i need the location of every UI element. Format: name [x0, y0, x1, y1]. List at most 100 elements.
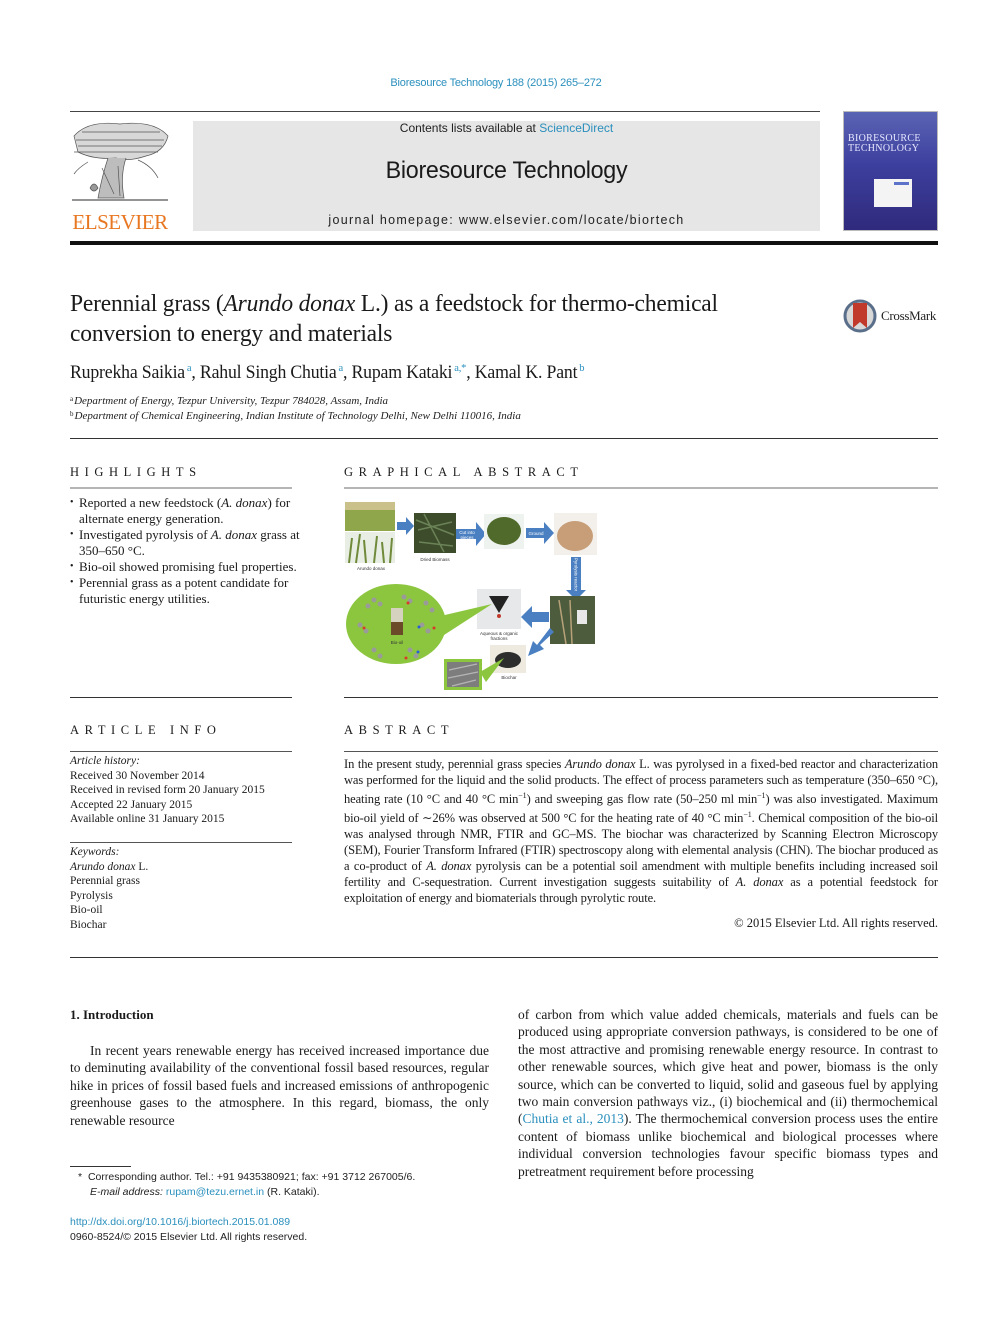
plant-photo-2: [345, 532, 395, 563]
highlight-item: Bio-oil showed promising fuel properties…: [70, 559, 300, 575]
footnote-rule: [70, 1166, 131, 1167]
keyword: Bio-oil: [70, 904, 103, 916]
author-affiliation-marker[interactable]: a: [339, 362, 344, 374]
homepage-prefix: journal homepage:: [328, 213, 459, 227]
crossmark-icon: [843, 299, 877, 333]
crossmark-badge[interactable]: CrossMark: [843, 298, 943, 334]
highlights-list: Reported a new feedstock (A. donax) for …: [70, 495, 300, 607]
article-info-heading: ARTICLE INFO: [70, 723, 222, 737]
label-cut-into-pieces: Cut into pieces: [459, 530, 475, 540]
keyword: Perennial grass: [70, 875, 140, 887]
section-divider: [70, 697, 292, 698]
section-divider: [344, 697, 938, 698]
highlight-text: Perennial grass as a potent candidate fo…: [79, 575, 289, 606]
affiliation-marker: a: [70, 395, 74, 403]
abstract-text: In the present study, perennial grass sp…: [344, 757, 938, 906]
journal-name: Bioresource Technology: [385, 157, 628, 184]
highlight-text: Bio-oil showed promising fuel properties…: [79, 559, 297, 574]
doi-link[interactable]: http://dx.doi.org/10.1016/j.biortech.201…: [70, 1216, 290, 1228]
email-link[interactable]: rupam@tezu.ernet.in: [166, 1186, 264, 1198]
label-ground: Ground: [528, 531, 544, 536]
affiliation-text: Department of Chemical Engineering, Indi…: [74, 410, 521, 422]
keyword: Pyrolysis: [70, 889, 113, 902]
keywords-rule: [70, 842, 292, 843]
masthead-top-rule: [70, 111, 820, 112]
author-affiliation-marker[interactable]: a,*: [454, 362, 466, 374]
abstract-copyright: © 2015 Elsevier Ltd. All rights reserved…: [734, 916, 938, 930]
keyword-italic: Arundo donax: [70, 860, 136, 873]
graphical-abstract-figure[interactable]: Arundo donax Dried Biomass Cut into piec…: [344, 500, 609, 692]
journal-citation-link[interactable]: Bioresource Technology 188 (2015) 265–27…: [0, 77, 992, 89]
introduction-paragraph-continued: of carbon from which value added chemica…: [518, 1006, 938, 1180]
author-affiliation-marker[interactable]: a: [187, 362, 192, 374]
pyrolysis-reactor-photo: [550, 596, 595, 644]
highlight-text: Investigated pyrolysis of: [79, 527, 211, 542]
author-affiliation-marker[interactable]: b: [579, 362, 584, 374]
highlight-italic: A. donax: [221, 495, 268, 510]
graphical-abstract-heading: GRAPHICAL ABSTRACT: [344, 465, 584, 479]
issn-copyright: 0960-8524/© 2015 Elsevier Ltd. All right…: [70, 1231, 308, 1243]
footnote-contact: Corresponding author. Tel.: +91 94353809…: [87, 1171, 416, 1183]
sciencedirect-link[interactable]: ScienceDirect: [539, 121, 613, 135]
keyword-text: L.: [135, 860, 149, 873]
masthead-bottom-rule: [70, 241, 938, 245]
author[interactable]: Ruprekha Saikia: [70, 363, 185, 383]
footnote-star: *: [78, 1171, 83, 1183]
history-entry: Received 30 November 2014: [70, 769, 205, 782]
footnote-line: * Corresponding author. Tel.: +91 943538…: [78, 1170, 498, 1185]
graphical-abstract-drawing: [345, 502, 597, 690]
section-divider: [70, 957, 938, 958]
highlight-text: Reported a new feedstock (: [79, 495, 222, 510]
elsevier-logo[interactable]: ELSEVIER: [68, 118, 172, 234]
journal-cover-thumbnail[interactable]: BIORESOURCE TECHNOLOGY: [843, 111, 938, 231]
citation-link[interactable]: Chutia et al., 2013: [523, 1111, 624, 1126]
affiliation-marker: b: [70, 410, 74, 418]
introduction-paragraph: In recent years renewable energy has rec…: [70, 1043, 489, 1128]
contents-line: Contents lists available at ScienceDirec…: [193, 121, 820, 135]
abstract-heading: ABSTRACT: [344, 723, 455, 737]
cover-figure: [874, 179, 912, 207]
author[interactable]: Kamal K. Pant: [475, 363, 578, 383]
history-entry: Accepted 22 January 2015: [70, 798, 193, 811]
label-dried-biomass: Dried Biomass: [420, 557, 450, 562]
highlight-item: Investigated pyrolysis of A. donax grass…: [70, 527, 300, 559]
title-text: Perennial grass (: [70, 290, 224, 317]
title-species: Arundo donax: [223, 290, 356, 317]
highlights-heading: HIGHLIGHTS: [70, 465, 202, 479]
process-arrow: [521, 606, 549, 628]
contents-prefix: Contents lists available at: [399, 121, 540, 135]
author[interactable]: Rahul Singh Chutia: [200, 363, 337, 383]
crossmark-label: CrossMark: [881, 308, 937, 323]
author-list: Ruprekha Saikia a, Rahul Singh Chutia a, R…: [70, 362, 585, 383]
history-entry: Available online 31 January 2015: [70, 813, 225, 825]
author[interactable]: Rupam Kataki: [352, 363, 453, 383]
label-bio-oil: Bio-oil: [390, 640, 404, 645]
article-title: Perennial grass (Arundo donax L.) as a f…: [70, 289, 780, 349]
journal-homepage: journal homepage: www.elsevier.com/locat…: [193, 213, 820, 227]
highlights-rule: [70, 487, 292, 489]
label-biochar: Biochar: [501, 675, 517, 680]
label-pyrolysis-reactor: Pyrolysis reactor: [573, 557, 579, 592]
affiliation: bDepartment of Chemical Engineering, Ind…: [70, 410, 830, 422]
highlight-italic: A. donax: [210, 527, 258, 542]
email-suffix: (R. Kataki).: [264, 1186, 320, 1198]
keyword: Biochar: [70, 918, 107, 931]
article-history: Article history: Received 30 November 20…: [70, 754, 300, 827]
affiliation: aDepartment of Energy, Tezpur University…: [70, 395, 830, 407]
article-history-label: Article history:: [70, 755, 140, 767]
label-aqueous-organic-fractions: Aqueous & organic fractions: [479, 631, 519, 641]
label-arundo-donax: Arundo donax: [356, 566, 386, 571]
process-arrow: [397, 517, 414, 535]
introduction-heading: 1. Introduction: [70, 1007, 154, 1022]
article-info-rule: [70, 751, 292, 752]
elsevier-tree-icon: [72, 122, 169, 201]
footnote-email-line: E-mail address: rupam@tezu.ernet.in (R. …: [78, 1185, 498, 1200]
section-divider: [70, 438, 938, 439]
keywords-label: Keywords:: [70, 846, 120, 858]
cover-title: BIORESOURCE TECHNOLOGY: [848, 133, 921, 154]
abstract-rule: [344, 751, 938, 752]
elsevier-wordmark: ELSEVIER: [72, 210, 168, 234]
homepage-link[interactable]: www.elsevier.com/locate/biortech: [459, 213, 685, 227]
email-label: E-mail address:: [90, 1186, 166, 1198]
history-entry: Received in revised form 20 January 2015: [70, 784, 265, 796]
